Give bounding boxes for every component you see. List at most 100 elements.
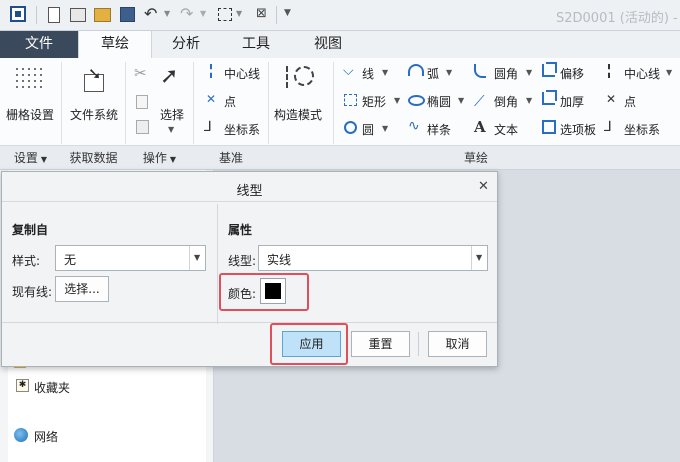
coord-sys2-icon[interactable]: ⅃: [604, 119, 612, 135]
line-dropdown-icon[interactable]: ▼: [382, 68, 388, 77]
chamfer-icon[interactable]: ⟋: [474, 92, 485, 110]
centerline2-button[interactable]: 中心线: [624, 65, 660, 82]
fillet-dropdown-icon[interactable]: ▼: [526, 68, 532, 77]
rectangle-button[interactable]: 矩形: [362, 93, 386, 110]
offset-button[interactable]: 偏移: [560, 65, 584, 82]
arc-icon[interactable]: [408, 64, 424, 76]
app-icon[interactable]: [10, 6, 26, 22]
cancel-button[interactable]: 取消: [428, 331, 487, 357]
line-icon[interactable]: ⌵: [343, 63, 354, 79]
select-dropdown-icon[interactable]: ▼: [168, 125, 174, 134]
network-item[interactable]: 网络: [12, 427, 132, 445]
regenerate-icon[interactable]: [218, 8, 232, 21]
favorites-item[interactable]: ✱ 收藏夹: [12, 378, 132, 396]
group-settings[interactable]: 设置 ▼: [0, 146, 61, 170]
network-icon: [14, 428, 28, 442]
palette-button[interactable]: 选项板: [560, 121, 596, 138]
construction-mode-icon[interactable]: [286, 64, 316, 92]
spline-icon[interactable]: ∿: [408, 118, 420, 134]
document-title: S2D0001 (活动的) -: [556, 11, 678, 26]
color-swatch: [265, 283, 281, 299]
tab-tools[interactable]: 工具: [222, 31, 290, 58]
file-system-icon[interactable]: ➘: [80, 64, 108, 94]
group-operations-dropdown-icon: ▼: [169, 155, 177, 164]
style-select[interactable]: 无 ▼: [55, 245, 206, 271]
select-arrow-icon[interactable]: ➚: [160, 64, 178, 89]
chevron-down-icon: ▼: [471, 246, 487, 270]
offset-icon[interactable]: [542, 64, 555, 77]
paste-icon[interactable]: [136, 120, 149, 134]
color-swatch-button[interactable]: [260, 278, 286, 304]
print-icon[interactable]: [70, 8, 86, 22]
fillet-icon[interactable]: [474, 64, 486, 78]
arc-dropdown-icon[interactable]: ▼: [446, 68, 452, 77]
group-operations[interactable]: 操作 ▼: [126, 146, 193, 170]
centerline2-icon[interactable]: [608, 64, 610, 78]
chamfer-button[interactable]: 倒角: [494, 93, 518, 110]
network-label: 网络: [34, 430, 59, 444]
fillet-button[interactable]: 圆角: [494, 65, 518, 82]
properties-header: 属性: [228, 223, 253, 237]
thicken-icon[interactable]: [542, 92, 555, 105]
select-line-button[interactable]: 选择...: [55, 276, 109, 302]
linetype-select[interactable]: 实线 ▼: [258, 245, 488, 271]
select-button[interactable]: 选择: [160, 106, 184, 123]
group-get-data: 获取数据: [69, 151, 118, 165]
ellipse-dropdown-icon[interactable]: ▼: [458, 96, 464, 105]
point-icon[interactable]: ✕: [206, 92, 216, 106]
coord-sys-icon[interactable]: ⅃: [204, 119, 212, 135]
coord-sys2-button[interactable]: 坐标系: [624, 121, 660, 138]
circle-button[interactable]: 圆: [362, 121, 374, 138]
reset-button[interactable]: 重置: [351, 331, 410, 357]
rectangle-icon[interactable]: [344, 94, 357, 106]
ellipse-icon[interactable]: [408, 95, 425, 106]
chamfer-dropdown-icon[interactable]: ▼: [526, 96, 532, 105]
new-icon[interactable]: [48, 7, 60, 23]
centerline-button[interactable]: 中心线: [224, 65, 260, 82]
color-label: 颜色:: [228, 287, 257, 301]
circle-icon[interactable]: [344, 121, 357, 134]
point-button[interactable]: 点: [224, 93, 236, 110]
close-icon[interactable]: ✕: [478, 179, 489, 194]
undo-dropdown-icon[interactable]: ▼: [164, 9, 170, 18]
copy-icon[interactable]: [136, 95, 148, 109]
save-icon[interactable]: [120, 7, 135, 22]
tab-sketch[interactable]: 草绘: [78, 31, 152, 59]
centerline2-dropdown-icon[interactable]: ▼: [666, 68, 672, 77]
regenerate-dropdown-icon[interactable]: ▼: [236, 9, 242, 18]
undo-icon[interactable]: ↶: [144, 4, 157, 23]
quick-access-toolbar: ↶ ▼ ↷ ▼ ▼ ⊠ ▼ S2D0001 (活动的) -: [0, 0, 680, 30]
palette-icon[interactable]: [542, 120, 556, 134]
favorites-icon: ✱: [16, 379, 29, 392]
file-system-button[interactable]: 文件系统: [70, 106, 118, 123]
ellipse-button[interactable]: 椭圆: [427, 93, 451, 110]
redo-dropdown-icon[interactable]: ▼: [200, 9, 206, 18]
text-icon[interactable]: A: [474, 118, 486, 136]
arc-button[interactable]: 弧: [427, 65, 439, 82]
apply-button[interactable]: 应用: [282, 331, 341, 357]
grid-settings-button[interactable]: 栅格设置: [6, 106, 54, 123]
thicken-button[interactable]: 加厚: [560, 93, 584, 110]
tab-analysis[interactable]: 分析: [152, 31, 220, 58]
coord-sys-button[interactable]: 坐标系: [224, 121, 260, 138]
group-settings-label: 设置: [13, 151, 38, 165]
tab-view[interactable]: 视图: [294, 31, 362, 58]
close-window-icon[interactable]: ⊠: [256, 6, 267, 21]
tab-file[interactable]: 文件: [0, 31, 78, 58]
linetype-dialog: 线型 ✕ 复制自 样式: 无 ▼ 现有线: 选择... 属性 线型: 实线 ▼ …: [1, 171, 498, 367]
centerline-icon[interactable]: [210, 64, 212, 78]
redo-icon[interactable]: ↷: [180, 4, 193, 23]
style-value: 无: [64, 253, 77, 267]
grid-icon[interactable]: [14, 66, 46, 92]
line-button[interactable]: 线: [362, 65, 374, 82]
construction-mode-button[interactable]: 构造模式: [274, 106, 322, 123]
open-folder-icon[interactable]: [94, 8, 111, 22]
cut-icon[interactable]: ✂: [134, 64, 147, 82]
circle-dropdown-icon[interactable]: ▼: [382, 124, 388, 133]
point2-button[interactable]: 点: [624, 93, 636, 110]
spline-button[interactable]: 样条: [427, 121, 451, 138]
rectangle-dropdown-icon[interactable]: ▼: [394, 96, 400, 105]
customize-dropdown-icon[interactable]: ▼: [284, 8, 291, 18]
point2-icon[interactable]: ✕: [606, 92, 616, 106]
text-button[interactable]: 文本: [494, 121, 518, 138]
